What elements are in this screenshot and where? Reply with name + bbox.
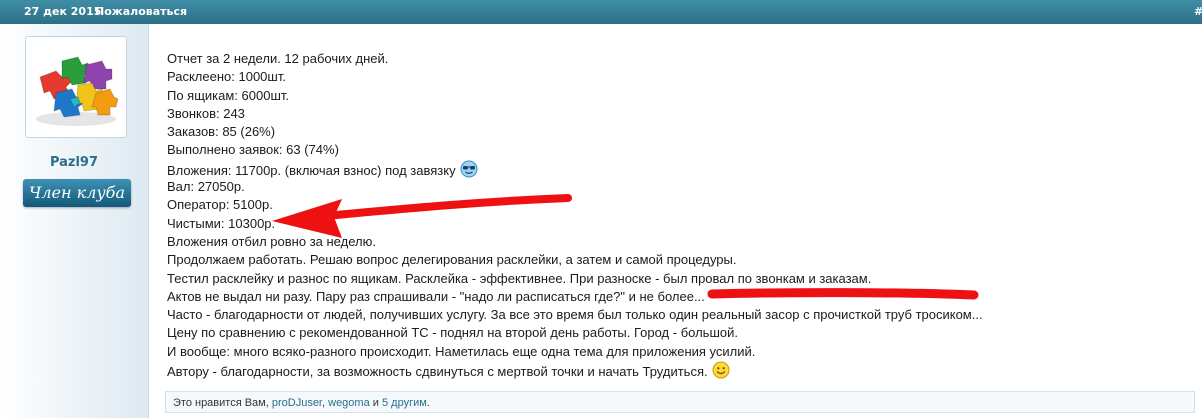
post-line: Отчет за 2 недели. 12 рабочих дней. xyxy=(167,51,389,66)
post-line: Чистыми: 10300р. xyxy=(167,215,276,231)
post-line: Выполнено заявок: 63 (74%) xyxy=(167,142,339,158)
post-line: По ящикам: 6000шт. xyxy=(167,87,290,103)
post-line: Звонков: 243 xyxy=(167,105,245,121)
post-line: Расклеено: 1000шт. xyxy=(167,69,286,85)
post-line: Часто - благодарности от людей, получивш… xyxy=(167,307,983,323)
likes-others-link[interactable]: 5 другим xyxy=(382,397,427,409)
likes-prefix: Это нравится Вам, xyxy=(173,397,269,409)
post-line: Оператор: 5100р. xyxy=(167,197,273,213)
like-user-link[interactable]: wegoma xyxy=(328,397,370,409)
post-line: Вложения отбил ровно за неделю. xyxy=(167,233,376,249)
likes-and: и xyxy=(372,397,379,409)
post-body: Отчет за 2 недели. 12 рабочих дней. Раск… xyxy=(167,50,1167,379)
post-line: Цену по сравнению с рекомендованной ТС -… xyxy=(167,325,738,341)
post-line: Тестил расклейку и разнос по ящикам. Рас… xyxy=(167,270,872,286)
likes-separator: , xyxy=(322,397,326,409)
post-line: Актов не выдал ни разу. Пару раз спрашив… xyxy=(167,288,705,304)
username-link[interactable]: Pazl97 xyxy=(0,155,148,170)
report-link[interactable]: Пожаловаться xyxy=(95,5,187,18)
post-line-text: Вложения: 11700р. (включая взнос) под за… xyxy=(167,162,456,178)
post-line-with-emoji: Автору - благодарности, за возможность с… xyxy=(167,361,1167,379)
likes-suffix: . xyxy=(426,397,430,409)
post-line: Продолжаем работать. Решаю вопрос делеги… xyxy=(167,252,737,268)
likes-bar: Это нравится Вам, proDJuser, wegoma и 5 … xyxy=(165,391,1195,413)
post-line-text: Автору - благодарности, за возможность с… xyxy=(167,364,708,380)
post-line: Заказов: 85 (26%) xyxy=(167,124,276,140)
user-sidebar: Pazl97 Член клуба xyxy=(0,24,149,418)
post-date: 27 дек 2015 xyxy=(24,5,102,18)
avatar[interactable] xyxy=(25,36,127,138)
member-badge: Член клуба xyxy=(23,179,131,207)
post-line: И вообще: много всяко-разного происходит… xyxy=(167,343,756,359)
post-line: Вал: 27050р. xyxy=(167,179,245,195)
permalink[interactable]: # xyxy=(1194,5,1202,18)
post-line-with-emoji: Вложения: 11700р. (включая взнос) под за… xyxy=(167,160,1167,178)
like-user-link[interactable]: proDJuser xyxy=(272,397,322,409)
puzzle-pieces-icon xyxy=(36,56,119,126)
post-header-bar: 27 дек 2015 Пожаловаться # xyxy=(0,0,1202,24)
cool-smiley-icon xyxy=(460,160,478,183)
smile-icon xyxy=(712,361,730,384)
